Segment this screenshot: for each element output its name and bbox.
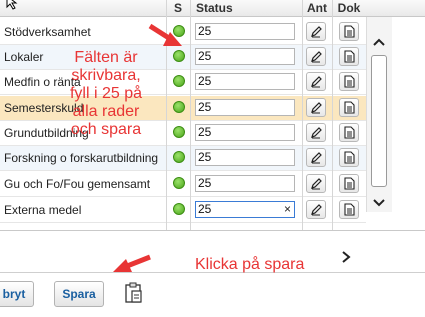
annotation-line: Fälten är — [74, 49, 138, 66]
annotation-line: alla rader — [72, 103, 140, 120]
annotation-instructions: Fälten är skrivbara, fyll i 25 på alla r… — [46, 49, 166, 139]
annotation-line: och spara — [70, 121, 142, 138]
annotation-save-hint: Klicka på spara — [195, 256, 305, 273]
annotation-line: skrivbara, — [71, 67, 141, 84]
annotation-line: fyll i 25 på — [69, 85, 143, 102]
